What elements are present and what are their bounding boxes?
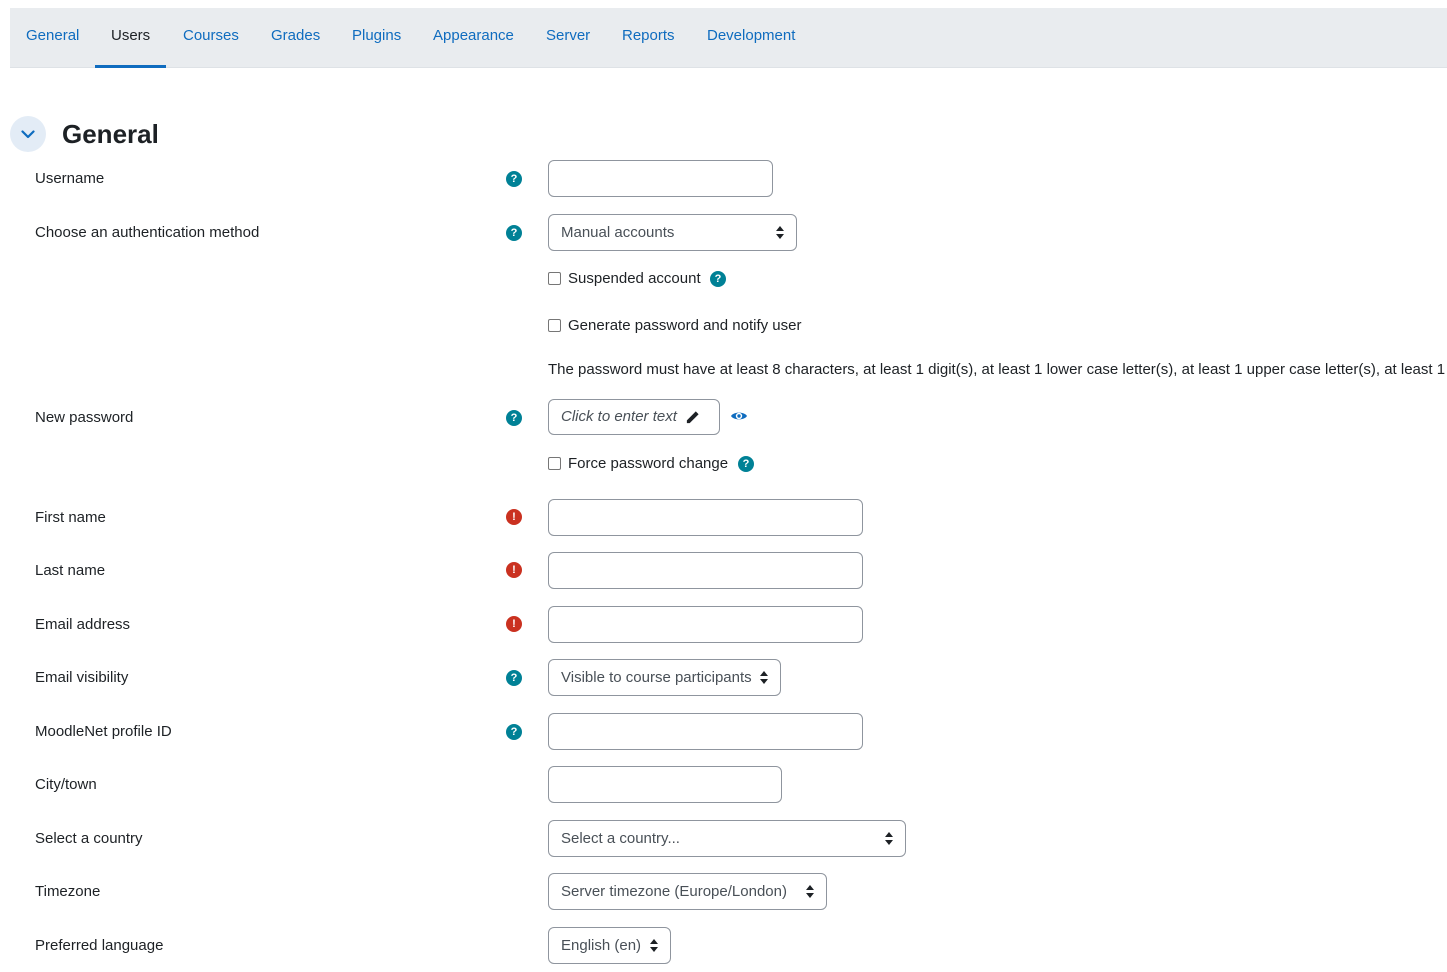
force-password-label: Force password change bbox=[568, 455, 729, 472]
first-name-input[interactable] bbox=[548, 499, 863, 536]
email-input[interactable] bbox=[548, 606, 863, 643]
exclamation-circle-icon: ! bbox=[506, 616, 522, 632]
generate-password-row: Generate password and notify user bbox=[548, 317, 801, 334]
select-caret-icon bbox=[650, 939, 658, 952]
suspended-label: Suspended account bbox=[568, 270, 701, 287]
exclamation-circle-icon: ! bbox=[506, 509, 522, 525]
tab-plugins[interactable]: Plugins bbox=[336, 8, 417, 68]
question-circle-icon[interactable]: ? bbox=[738, 456, 754, 472]
country-value: Select a country... bbox=[561, 830, 680, 847]
pencil-icon bbox=[686, 410, 699, 423]
question-circle-icon[interactable]: ? bbox=[710, 271, 726, 287]
generate-password-checkbox[interactable] bbox=[548, 319, 561, 332]
tab-appearance[interactable]: Appearance bbox=[417, 8, 530, 68]
city-label: City/town bbox=[35, 776, 97, 793]
first-name-label: First name bbox=[35, 509, 106, 526]
email-label: Email address bbox=[35, 616, 131, 633]
tab-courses[interactable]: Courses bbox=[167, 8, 255, 68]
new-password-label: New password bbox=[35, 409, 134, 426]
auth-method-select[interactable]: Manual accounts bbox=[548, 214, 797, 251]
timezone-value: Server timezone (Europe/London) bbox=[561, 883, 787, 900]
select-caret-icon bbox=[885, 832, 893, 845]
question-circle-icon[interactable]: ? bbox=[506, 670, 522, 686]
force-password-row: Force password change bbox=[548, 455, 728, 472]
question-circle-icon[interactable]: ? bbox=[506, 225, 522, 241]
generate-password-label: Generate password and notify user bbox=[568, 317, 802, 334]
email-visibility-value: Visible to course participants bbox=[561, 669, 752, 686]
suspended-checkbox[interactable] bbox=[548, 272, 561, 285]
country-label: Select a country bbox=[35, 830, 143, 847]
tab-general[interactable]: General bbox=[10, 8, 95, 68]
timezone-select[interactable]: Server timezone (Europe/London) bbox=[548, 873, 827, 910]
auth-method-label: Choose an authentication method bbox=[35, 224, 260, 241]
tab-server[interactable]: Server bbox=[530, 8, 606, 68]
new-password-placeholder: Click to enter text bbox=[561, 408, 677, 425]
select-caret-icon bbox=[806, 885, 814, 898]
email-visibility-label: Email visibility bbox=[35, 669, 129, 686]
country-select[interactable]: Select a country... bbox=[548, 820, 906, 857]
auth-method-value: Manual accounts bbox=[561, 224, 675, 241]
question-circle-icon[interactable]: ? bbox=[506, 724, 522, 740]
password-policy-text: The password must have at least 8 charac… bbox=[548, 361, 1446, 378]
tab-development[interactable]: Development bbox=[691, 8, 811, 68]
chevron-down-icon bbox=[21, 129, 35, 138]
username-label: Username bbox=[35, 170, 105, 187]
email-visibility-select[interactable]: Visible to course participants bbox=[548, 659, 781, 696]
eye-icon[interactable] bbox=[730, 408, 748, 424]
tab-reports[interactable]: Reports bbox=[606, 8, 691, 68]
exclamation-circle-icon: ! bbox=[506, 562, 522, 578]
section-collapse-button[interactable] bbox=[10, 116, 46, 152]
language-value: English (en) bbox=[561, 937, 642, 954]
suspended-row: Suspended account bbox=[548, 270, 701, 287]
city-input[interactable] bbox=[548, 766, 782, 803]
tab-users[interactable]: Users bbox=[95, 8, 167, 68]
last-name-input[interactable] bbox=[548, 552, 863, 589]
language-label: Preferred language bbox=[35, 937, 164, 954]
tab-grades[interactable]: Grades bbox=[255, 8, 336, 68]
username-input[interactable] bbox=[548, 160, 773, 197]
timezone-label: Timezone bbox=[35, 883, 101, 900]
question-circle-icon[interactable]: ? bbox=[506, 171, 522, 187]
moodlenet-label: MoodleNet profile ID bbox=[35, 723, 172, 740]
new-password-field[interactable]: Click to enter text bbox=[548, 399, 720, 435]
moodlenet-input[interactable] bbox=[548, 713, 863, 750]
admin-tabbar: General Users Courses Grades Plugins App… bbox=[10, 8, 1447, 68]
language-select[interactable]: English (en) bbox=[548, 927, 671, 964]
select-caret-icon bbox=[760, 671, 768, 684]
last-name-label: Last name bbox=[35, 562, 106, 579]
force-password-checkbox[interactable] bbox=[548, 457, 561, 470]
select-caret-icon bbox=[776, 226, 784, 239]
question-circle-icon[interactable]: ? bbox=[506, 410, 522, 426]
section-title: General bbox=[62, 119, 159, 149]
